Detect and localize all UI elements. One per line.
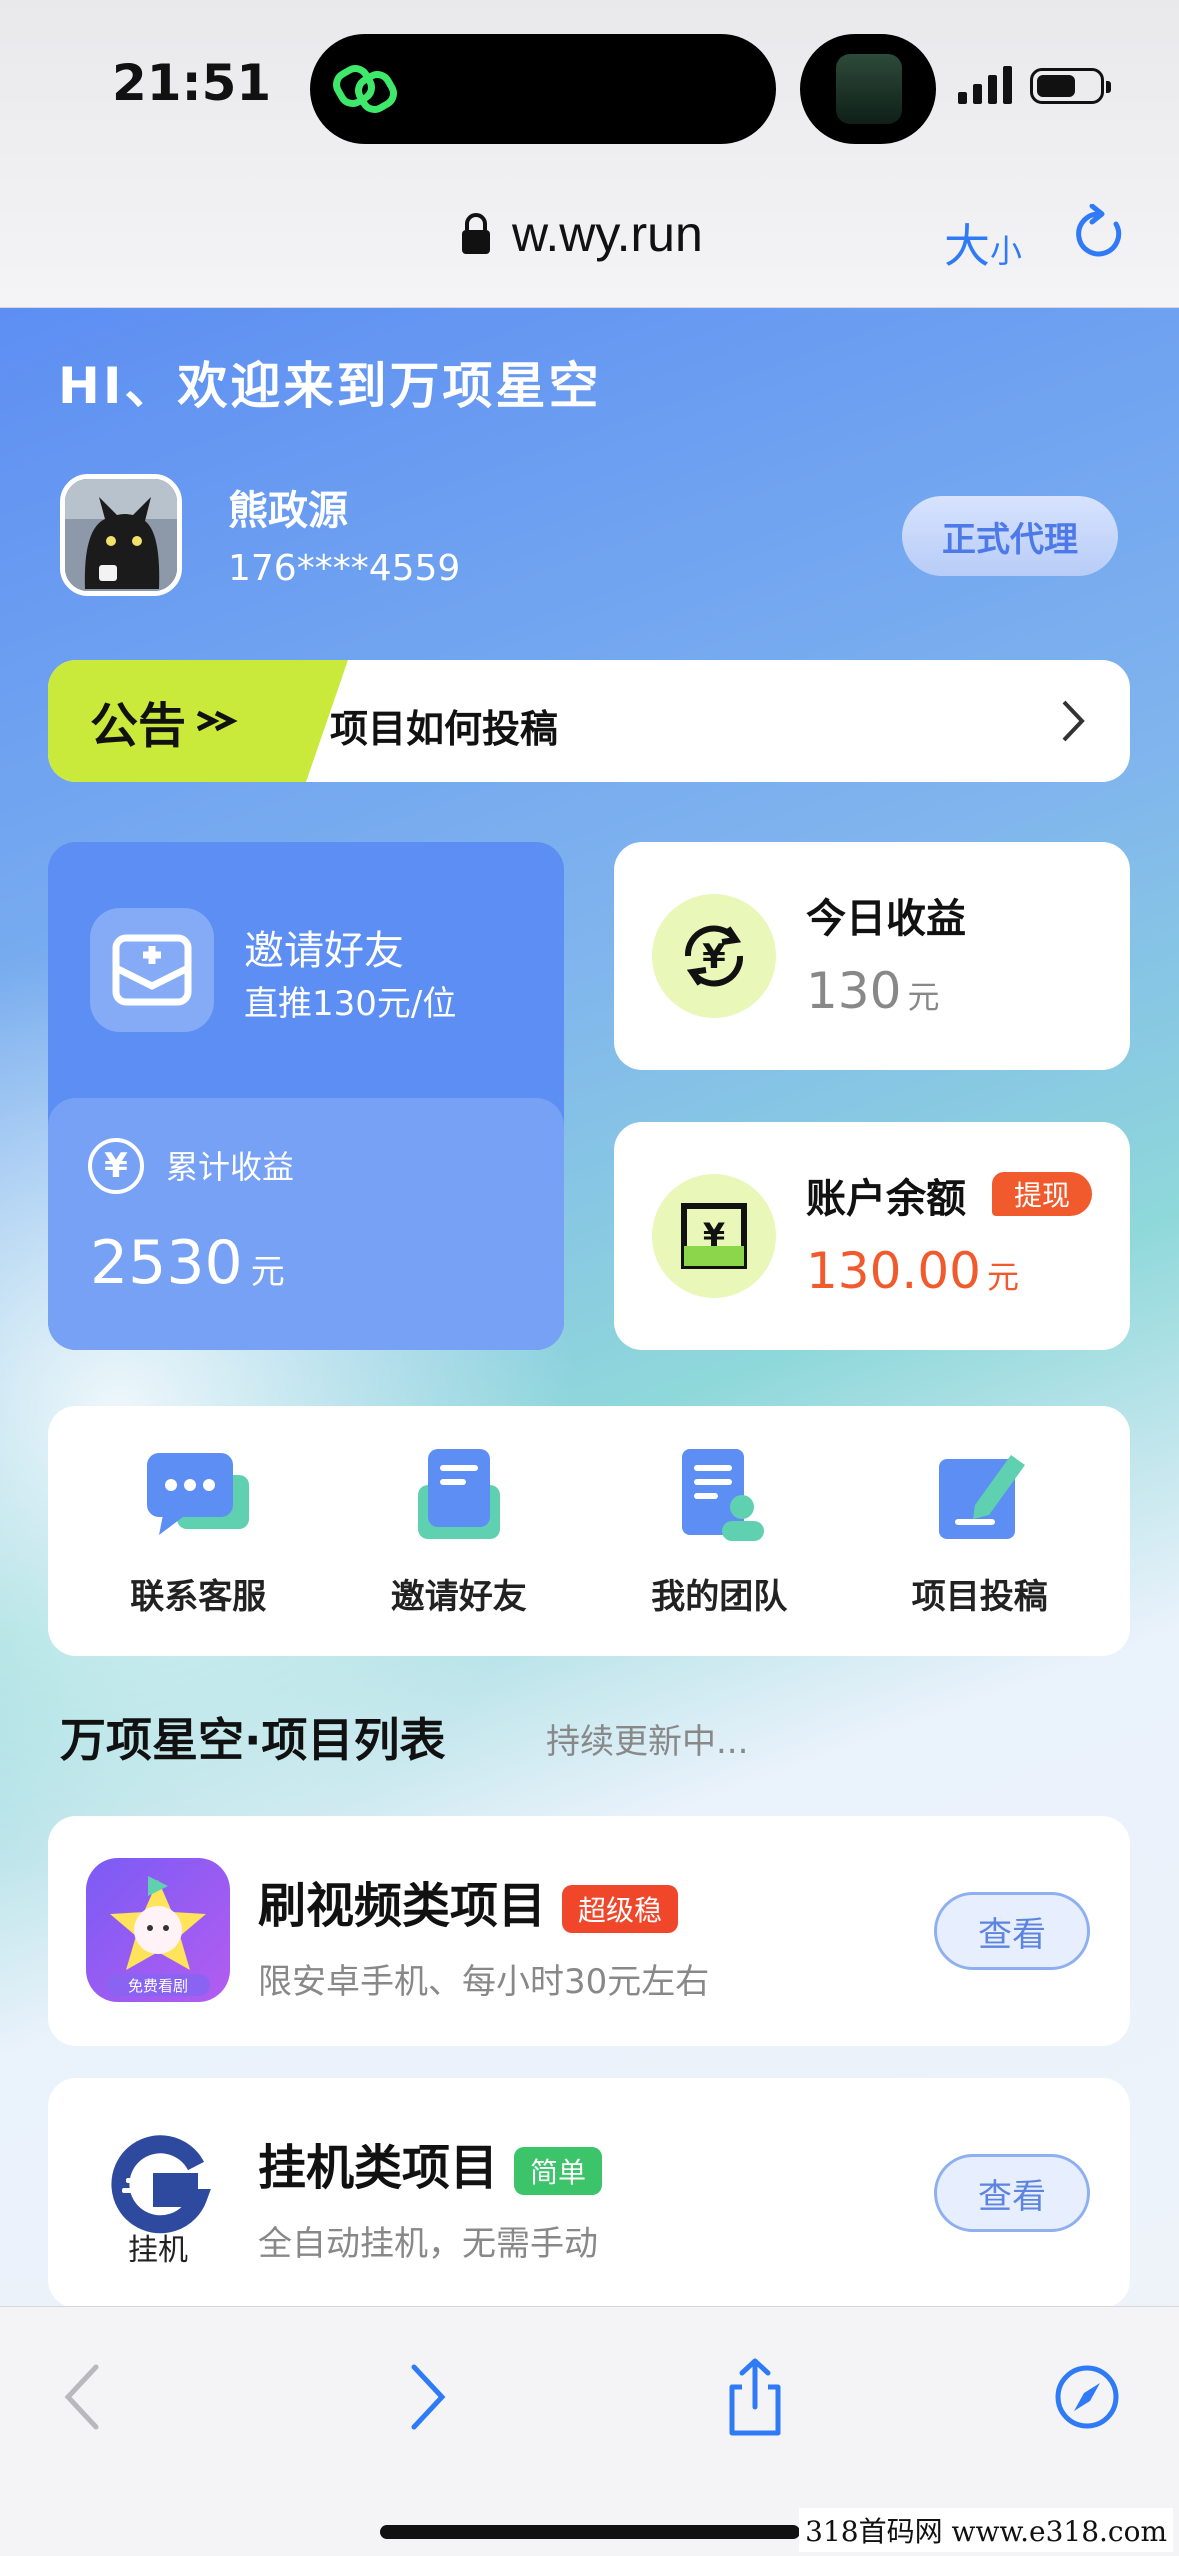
text-size-small: 小 xyxy=(990,233,1023,269)
quick-nav: 联系客服 邀请好友 我的团队 项目投稿 xyxy=(48,1406,1130,1656)
quick-nav-label: 邀请好友 xyxy=(390,1576,527,1617)
view-button[interactable]: 查看 xyxy=(934,1892,1090,1970)
project-title-text: 挂机类项目 xyxy=(258,2140,499,2196)
chevron-right-icon xyxy=(1062,700,1085,742)
quick-nav-label: 项目投稿 xyxy=(911,1576,1048,1617)
invite-title: 邀请好友 xyxy=(244,928,404,974)
compass-icon[interactable] xyxy=(1052,2357,1122,2437)
project-title: 刷视频类项目 超级稳 xyxy=(258,1866,679,1936)
svg-text:¥: ¥ xyxy=(703,1216,725,1254)
account-balance-card[interactable]: ¥ 账户余额 提现 130.00 元 xyxy=(614,1122,1130,1350)
balance-title: 账户余额 xyxy=(806,1176,966,1222)
quick-nav-my-team[interactable]: 我的团队 xyxy=(619,1445,819,1618)
watermark: 318首码网 www.e318.com xyxy=(799,2508,1173,2552)
today-earnings-card[interactable]: ¥ 今日收益 130 元 xyxy=(614,842,1130,1070)
address-field[interactable]: w.wy.run xyxy=(460,204,703,264)
edit-icon xyxy=(938,1454,1025,1539)
live-activity xyxy=(800,34,936,144)
balance-number: 130.00 xyxy=(806,1242,981,1300)
text-size-button[interactable]: 大小 xyxy=(944,210,1022,276)
avatar[interactable] xyxy=(60,474,182,596)
dynamic-island xyxy=(310,34,776,144)
invite-subtitle: 直推130元/位 xyxy=(244,984,457,1024)
view-button[interactable]: 查看 xyxy=(934,2154,1090,2232)
total-earnings-value: 2530 元 xyxy=(90,1228,285,1298)
browser-top-bar: 21:51 w.wy.run 大小 xyxy=(0,0,1179,308)
cat-avatar-icon xyxy=(65,479,177,591)
username: 熊政源 xyxy=(228,488,348,534)
forward-icon[interactable] xyxy=(390,2357,460,2437)
project-item-video[interactable]: 免费看剧 刷视频类项目 超级稳 限安卓手机、每小时30元左右 查看 xyxy=(48,1816,1130,2046)
status-time: 21:51 xyxy=(112,54,272,112)
quick-nav-submit-project[interactable]: 项目投稿 xyxy=(880,1445,1080,1618)
quick-nav-invite[interactable]: 邀请好友 xyxy=(359,1445,559,1618)
today-earnings-number: 130 xyxy=(806,962,902,1020)
reload-icon[interactable] xyxy=(1070,204,1130,264)
wallet-yen-icon: ¥ xyxy=(652,1174,776,1298)
project-list-title: 万项星空·项目列表 xyxy=(60,1713,446,1767)
quick-nav-label: 联系客服 xyxy=(130,1576,267,1617)
url-text: w.wy.run xyxy=(512,206,703,262)
video-logo-caption: 免费看剧 xyxy=(128,1977,188,1995)
app-thumbnail-icon xyxy=(836,54,902,124)
project-badge: 超级稳 xyxy=(562,1885,679,1933)
today-earnings-title: 今日收益 xyxy=(806,896,966,942)
exchange-yen-icon: ¥ xyxy=(652,894,776,1018)
agent-role-button[interactable]: 正式代理 xyxy=(902,496,1118,576)
share-icon[interactable] xyxy=(720,2357,790,2437)
chat-icon xyxy=(147,1452,250,1535)
home-indicator[interactable] xyxy=(380,2525,800,2539)
phone-number: 176****4559 xyxy=(228,548,461,589)
project-badge: 简单 xyxy=(514,2147,603,2195)
today-earnings-unit: 元 xyxy=(907,978,940,1016)
project-description: 限安卓手机、每小时30元左右 xyxy=(258,1962,710,2002)
signal-icon xyxy=(958,66,1012,104)
total-earnings: ¥ 累计收益 2530 元 xyxy=(48,1098,564,1350)
total-earnings-unit: 元 xyxy=(250,1252,285,1292)
back-icon[interactable] xyxy=(50,2357,120,2437)
project-title-text: 刷视频类项目 xyxy=(258,1878,547,1934)
balance-value: 130.00 元 xyxy=(806,1242,1019,1300)
yen-icon: ¥ xyxy=(88,1138,144,1194)
broadcast-icon xyxy=(196,710,238,732)
text-size-big: 大 xyxy=(944,220,990,272)
notice-text: 项目如何投稿 xyxy=(330,707,559,751)
total-earnings-label: 累计收益 xyxy=(166,1148,295,1186)
browser-bottom-bar: 318首码网 www.e318.com xyxy=(0,2306,1179,2556)
project-item-idle[interactable]: 挂机 挂机类项目 简单 全自动挂机，无需手动 查看 xyxy=(48,2078,1130,2308)
video-app-logo: 免费看剧 xyxy=(86,1858,230,2002)
notice-tag: 公告 xyxy=(48,660,348,782)
team-icon xyxy=(682,1448,765,1541)
quick-nav-label: 我的团队 xyxy=(651,1576,788,1617)
withdraw-button[interactable]: 提现 xyxy=(992,1172,1093,1216)
notice-bar[interactable]: 公告 项目如何投稿 xyxy=(48,660,1130,782)
welcome-title: HI、欢迎来到万项星空 xyxy=(58,357,602,415)
lock-icon xyxy=(462,213,490,254)
notice-tag-label: 公告 xyxy=(90,698,187,754)
project-list-subtitle: 持续更新中... xyxy=(546,1722,749,1762)
today-earnings-value: 130 元 xyxy=(806,962,939,1020)
invite-box-icon xyxy=(90,908,214,1032)
svg-text:¥: ¥ xyxy=(702,937,726,977)
balance-unit: 元 xyxy=(986,1258,1019,1296)
quick-nav-customer-service[interactable]: 联系客服 xyxy=(98,1445,298,1618)
battery-icon xyxy=(1030,68,1111,104)
invite-friends-card[interactable]: 邀请好友 直推130元/位 ¥ 累计收益 2530 元 xyxy=(48,842,564,1350)
idle-app-logo: 挂机 xyxy=(86,2120,230,2268)
invite-icon xyxy=(417,1448,500,1539)
page-content: HI、欢迎来到万项星空 熊政源 176****4559 正式代理 公告 项目如何… xyxy=(0,308,1179,2308)
project-title: 挂机类项目 简单 xyxy=(258,2128,603,2198)
idle-logo-caption: 挂机 xyxy=(128,2233,188,2264)
total-earnings-number: 2530 xyxy=(90,1228,243,1298)
link-icon xyxy=(333,65,397,113)
project-description: 全自动挂机，无需手动 xyxy=(258,2224,598,2264)
